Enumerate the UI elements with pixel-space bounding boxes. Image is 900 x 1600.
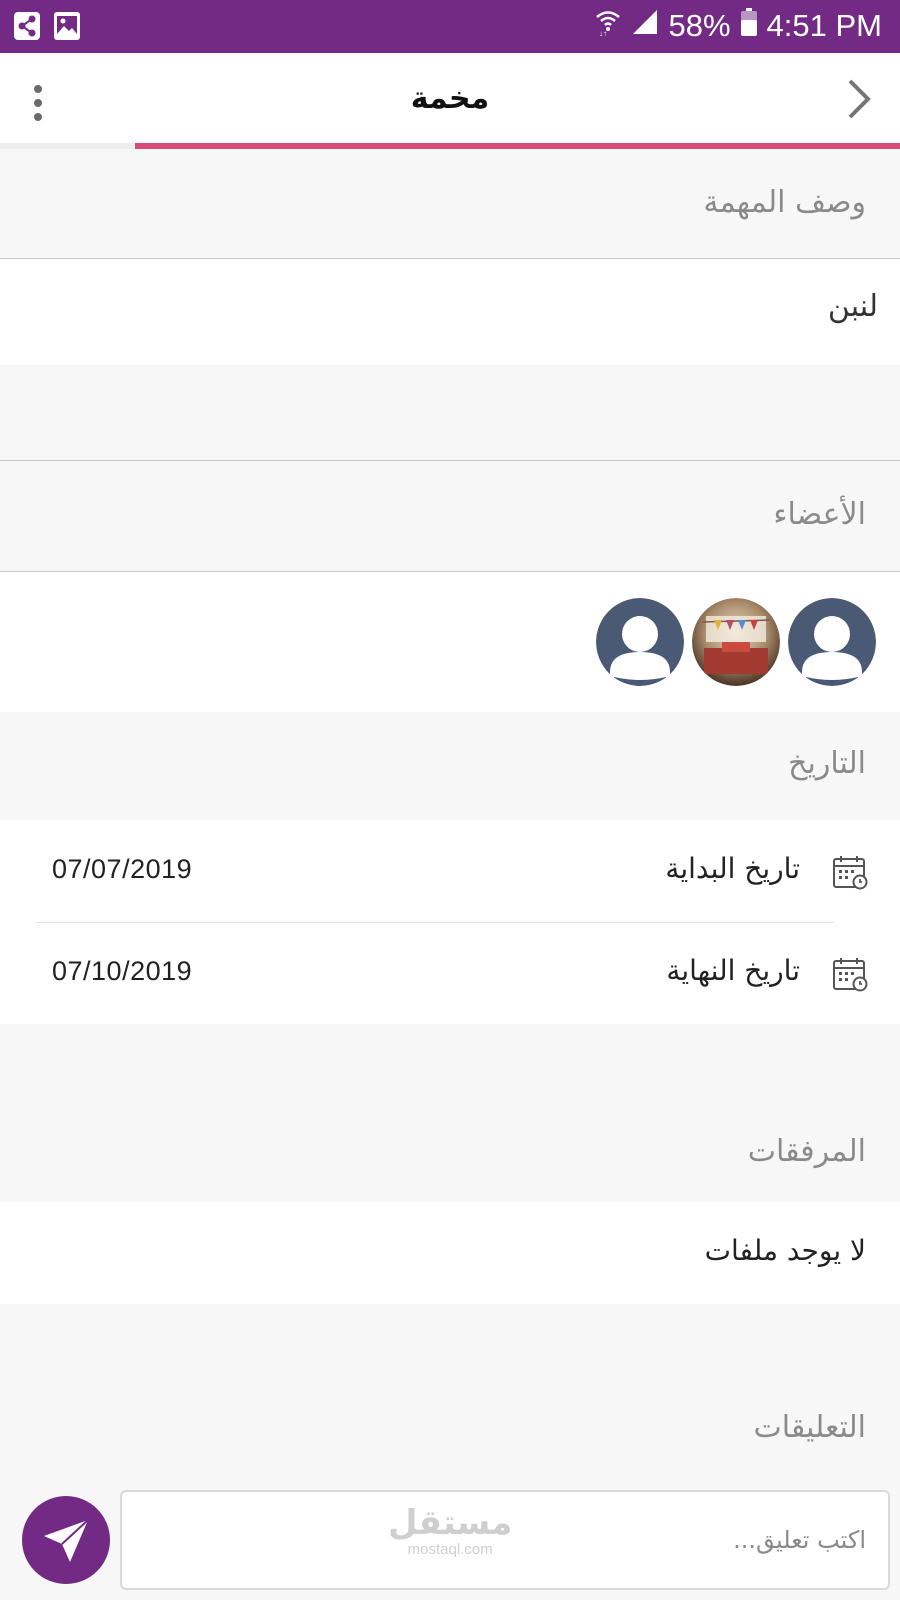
send-icon [44, 1519, 89, 1562]
dates-section-header: التاريخ [0, 712, 900, 820]
clock: 4:51 PM [766, 8, 882, 43]
members-heading: الأعضاء [773, 497, 866, 532]
comment-input[interactable] [122, 1492, 888, 1588]
app-bar: مخمة [0, 53, 900, 143]
attachments-heading: المرفقات [747, 1134, 866, 1169]
comments-heading: التعليقات [753, 1410, 866, 1445]
dates-heading: التاريخ [788, 746, 866, 781]
share-icon [14, 12, 40, 44]
description-section-header: وصف المهمة [0, 149, 900, 259]
default-avatar-icon [596, 598, 684, 686]
attachments-body: لا يوجد ملفات [0, 1202, 900, 1304]
wifi-icon: ↓↑ [595, 8, 621, 44]
page-title: مخمة [410, 81, 490, 116]
default-avatar-icon [788, 598, 876, 686]
description-body: لنبن [0, 259, 900, 365]
end-date-row[interactable]: تاريخ النهاية 07/10/2019 [0, 924, 900, 1024]
member-avatar[interactable] [788, 598, 876, 686]
start-date-row[interactable]: تاريخ البداية 07/07/2019 [0, 822, 900, 922]
image-icon [54, 12, 80, 44]
battery-icon [740, 8, 757, 44]
members-section-header: الأعضاء [0, 461, 900, 571]
start-date-value: 07/07/2019 [52, 854, 193, 884]
no-files-text: لا يوجد ملفات [704, 1234, 866, 1267]
divider [36, 922, 834, 923]
photo-avatar-image [692, 598, 780, 686]
send-comment-button[interactable] [22, 1496, 110, 1584]
comment-input-box[interactable]: مستقل mostaql.com [120, 1490, 890, 1590]
member-avatar[interactable] [692, 598, 780, 686]
attachments-section-header: المرفقات [0, 1024, 900, 1202]
more-options-button[interactable] [28, 83, 48, 123]
calendar-icon [832, 854, 868, 890]
status-bar: ↓↑ 58% 4:51 PM [0, 0, 900, 53]
member-avatar[interactable] [596, 598, 684, 686]
more-vert-icon [34, 85, 42, 121]
battery-percent: 58% [668, 8, 731, 43]
svg-text:↓↑: ↓↑ [599, 29, 607, 36]
start-date-label: تاريخ البداية [665, 852, 800, 885]
comments-section-header: التعليقات [0, 1304, 900, 1490]
end-date-label: تاريخ النهاية [666, 954, 800, 987]
description-heading: وصف المهمة [703, 185, 866, 220]
description-text: لنبن [827, 289, 878, 324]
end-date-value: 07/10/2019 [52, 956, 193, 986]
calendar-icon [832, 956, 868, 992]
signal-icon [631, 8, 659, 44]
